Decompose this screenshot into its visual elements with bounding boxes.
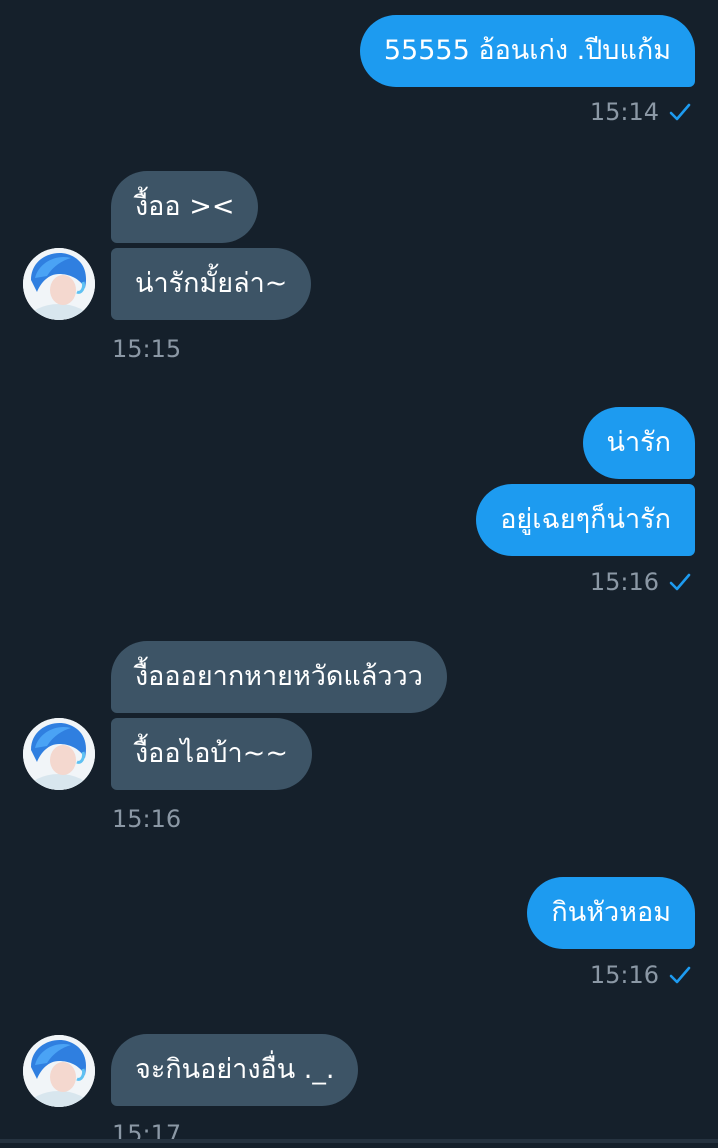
checkmark-icon bbox=[669, 965, 691, 985]
sent-message-bubble[interactable]: น่ารัก bbox=[582, 407, 695, 479]
avatar[interactable] bbox=[23, 248, 95, 320]
timestamp: 15:16 bbox=[589, 961, 659, 989]
sent-message-bubble[interactable]: อยู่เฉยๆก็น่ารัก bbox=[476, 484, 695, 556]
received-message-bubble[interactable]: จะกินอย่างอื่น ._. bbox=[111, 1034, 359, 1106]
received-message-bubble[interactable]: น่ารักมั้ยล่า~ bbox=[111, 248, 312, 320]
timestamp: 15:17 bbox=[112, 1120, 182, 1148]
avatar[interactable] bbox=[23, 718, 95, 790]
avatar[interactable] bbox=[23, 1035, 95, 1107]
received-message-bubble[interactable]: งื้อออยากหายหวัดแล้ววว bbox=[111, 641, 447, 713]
message-meta: 15:16 bbox=[590, 961, 691, 989]
received-message-bubble[interactable]: งื้ออ >< bbox=[111, 171, 259, 243]
timestamp: 15:16 bbox=[112, 805, 182, 833]
received-message-bubble[interactable]: งื้ออไอบ้า~~ bbox=[111, 718, 312, 790]
timestamp: 15:16 bbox=[589, 568, 659, 596]
message-meta: 15:14 bbox=[590, 98, 691, 126]
checkmark-icon bbox=[669, 572, 691, 592]
checkmark-icon bbox=[669, 102, 691, 122]
composer-divider bbox=[0, 1139, 718, 1143]
timestamp: 15:14 bbox=[589, 98, 659, 126]
timestamp: 15:15 bbox=[112, 335, 182, 363]
message-meta: 15:16 bbox=[590, 568, 691, 596]
sent-message-bubble[interactable]: 55555 อ้อนเก่ง .ปีบแก้ม bbox=[359, 15, 695, 87]
sent-message-bubble[interactable]: กินหัวหอม bbox=[527, 877, 695, 949]
